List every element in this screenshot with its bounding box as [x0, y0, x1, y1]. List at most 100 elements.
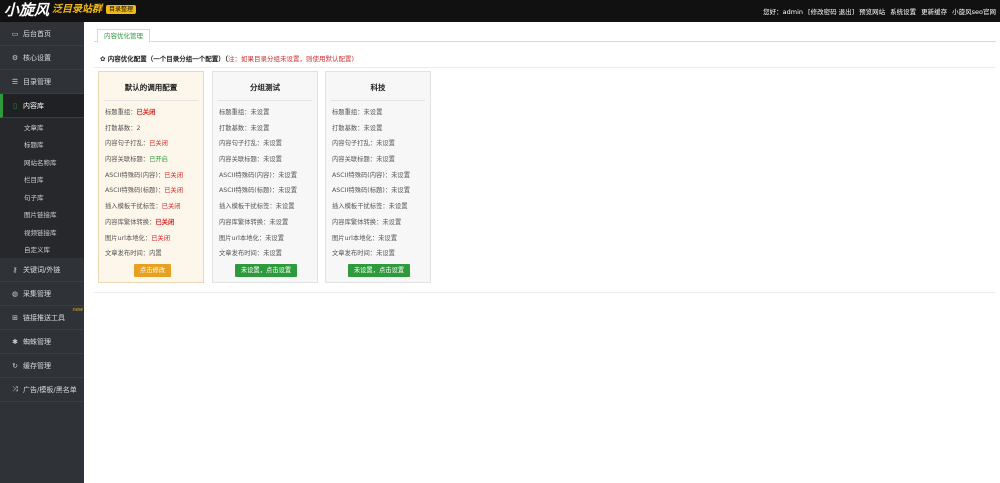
sidebar-subitem-image-links[interactable]: 图片链接库	[0, 205, 84, 223]
config-row: 内容库繁体转换：未设置	[332, 218, 428, 234]
logo[interactable]: 小旋风 泛目录站群 目录整理	[4, 1, 137, 19]
config-row: ASCII特殊码(内容)：未设置	[219, 171, 315, 187]
sidebar-subitem-articles[interactable]: 文章库	[0, 118, 84, 136]
row-value: 未设置	[363, 109, 383, 116]
preview-site-link[interactable]: 预览网站	[859, 6, 885, 16]
config-row: ASCII特殊码(内容)：未设置	[332, 171, 428, 187]
config-row: ASCII特殊码(标题)：未设置	[332, 186, 428, 202]
config-row: ASCII特殊码(标题)：已关闭	[105, 186, 201, 202]
edit-config-button[interactable]: 点击修改	[134, 264, 171, 277]
logout-link[interactable]: 退出]	[839, 6, 855, 16]
card-rows: 标题重组：未设置 打散基数：未设置 内容句子打乱：未设置 内容关联标题：未设置 …	[219, 108, 315, 265]
top-links: 您好：admin [修改密码 退出] 预览网站 系统设置 更新缓存 小旋风seo…	[758, 0, 996, 22]
sidebar-subitem-sentences[interactable]: 句子库	[0, 188, 84, 206]
card-rows: 标题重组：已关闭 打散基数：2 内容句子打乱：已关闭 内容关联标题：已开启 AS…	[105, 108, 201, 265]
config-row: 标题重组：已关闭	[105, 108, 201, 124]
sidebar-item-directory[interactable]: ☰ 目录管理	[0, 70, 84, 94]
row-value: 未设置	[278, 187, 298, 195]
config-row: 内容句子打乱：未设置	[219, 139, 315, 155]
row-label: 标题重组：	[219, 109, 251, 116]
book-icon: ▯	[13, 101, 17, 110]
sidebar-subitem-titles[interactable]: 标题库	[0, 135, 84, 153]
config-row: 内容句子打乱：已关闭	[105, 139, 201, 155]
sidebar-item-content-library[interactable]: ▯ 内容库	[0, 94, 84, 118]
sidebar-item-collect[interactable]: ◍ 采集管理	[0, 282, 84, 306]
config-row: 打散基数：未设置	[219, 124, 315, 140]
row-value: 未设置	[388, 203, 408, 211]
sidebar-item-label: 缓存管理	[23, 361, 51, 370]
row-value: 未设置	[250, 124, 270, 132]
sidebar-item-core-settings[interactable]: ⚙ 核心设置	[0, 46, 84, 70]
sidebar-item-push-tool[interactable]: ⊞ 链接推送工具 new	[0, 306, 84, 330]
set-config-button[interactable]: 未设置，点击设置	[235, 264, 297, 277]
row-value: 未设置	[269, 218, 289, 226]
row-value: 未设置	[391, 187, 411, 195]
row-value: 未设置	[363, 124, 383, 132]
config-row: 内容关联标题：未设置	[332, 155, 428, 171]
row-value: 未设置	[378, 234, 398, 242]
sidebar-item-home[interactable]: ▭ 后台首页	[0, 22, 84, 46]
section-note: 注：如果目录分组未设置，则使用默认配置)	[227, 55, 355, 63]
sidebar-subitem-columns[interactable]: 栏目库	[0, 170, 84, 188]
row-value: 未设置	[376, 140, 395, 148]
change-password-link[interactable]: [修改密码	[808, 6, 837, 16]
row-label: 内容关联标题：	[219, 156, 264, 164]
row-value: 已关闭	[149, 140, 168, 148]
monitor-icon: ▭	[11, 29, 19, 38]
key-icon: ⚷	[12, 265, 18, 274]
section-title: ✿ 内容优化配置（一个目录分组一个配置）（注：如果目录分组未设置，则使用默认配置…	[100, 53, 354, 63]
row-value: 已关闭	[151, 234, 171, 242]
config-row: 内容库繁体转换：未设置	[219, 218, 315, 234]
official-site-link[interactable]: 小旋风seo官网	[952, 6, 996, 16]
sidebar-subitem-site-names[interactable]: 网站名称库	[0, 153, 84, 171]
link-icon: ⊞	[12, 313, 18, 322]
config-row: 标题重组：未设置	[219, 108, 315, 124]
row-label: 内容库繁体转换：	[332, 218, 383, 226]
config-row: 图片url本地化：未设置	[219, 234, 315, 250]
new-badge: new	[72, 307, 83, 313]
row-label: 打散基数：	[219, 124, 251, 132]
row-value: 未设置	[250, 109, 270, 116]
row-label: 插入模板干扰标签：	[105, 203, 162, 211]
sidebar-item-keywords[interactable]: ⚷ 关键词/外链	[0, 258, 84, 282]
row-label: 内容句子打乱：	[219, 140, 264, 148]
config-row: 内容库繁体转换：已关闭	[105, 218, 201, 234]
sidebar-subitem-custom[interactable]: 自定义库	[0, 240, 84, 258]
row-label: 图片url本地化：	[219, 234, 266, 242]
row-label: 图片url本地化：	[105, 234, 152, 242]
row-value: 已关闭	[161, 203, 181, 211]
tab-bar: 内容优化管理	[94, 28, 996, 43]
row-value: 已关闭	[164, 171, 184, 179]
gear-icon: ⚙	[11, 53, 19, 62]
set-config-button[interactable]: 未设置，点击设置	[348, 264, 410, 277]
sidebar-subitem-video-links[interactable]: 视频链接库	[0, 223, 84, 241]
sidebar-item-label: 链接推送工具	[23, 313, 65, 322]
row-value: 已关闭	[136, 109, 156, 116]
shuffle-icon: ⤨	[12, 385, 18, 393]
section-title-text: 内容优化配置（一个目录分组一个配置）（	[107, 55, 228, 63]
config-row: ASCII特殊码(标题)：未设置	[219, 186, 315, 202]
config-row: ASCII特殊码(内容)：已关闭	[105, 171, 201, 187]
config-row: 内容关联标题：已开启	[105, 155, 201, 171]
sidebar-item-ads-templates[interactable]: ⤨ 广告/模板/黑名单	[0, 378, 84, 402]
divider	[104, 100, 198, 101]
config-card-default: 默认的调用配置 标题重组：已关闭 打散基数：2 内容句子打乱：已关闭 内容关联标…	[98, 71, 204, 283]
row-label: 文章发布时间：	[105, 250, 150, 258]
row-label: ASCII特殊码(内容)：	[332, 171, 392, 179]
row-value: 未设置	[376, 250, 395, 258]
config-row: 插入模板干扰标签：已关闭	[105, 202, 201, 218]
row-label: 内容关联标题：	[332, 156, 377, 164]
row-value: 2	[136, 124, 141, 132]
sidebar-item-label: 核心设置	[23, 53, 51, 62]
sidebar-item-cache[interactable]: ↻ 缓存管理	[0, 354, 84, 378]
config-card-tech: 科技 标题重组：未设置 打散基数：未设置 内容句子打乱：未设置 内容关联标题：未…	[325, 71, 431, 283]
greeting: 您好：admin	[763, 8, 804, 16]
card-rows: 标题重组：未设置 打散基数：未设置 内容句子打乱：未设置 内容关联标题：未设置 …	[332, 108, 428, 265]
tab-content-optimization[interactable]: 内容优化管理	[97, 29, 150, 43]
sidebar-item-spider[interactable]: ✱ 蜘蛛管理	[0, 330, 84, 354]
system-settings-link[interactable]: 系统设置	[890, 6, 916, 16]
row-label: 插入模板干扰标签：	[332, 203, 389, 211]
update-cache-link[interactable]: 更新缓存	[921, 6, 947, 16]
card-title: 分组测试	[250, 83, 280, 92]
spider-icon: ✱	[12, 337, 18, 346]
